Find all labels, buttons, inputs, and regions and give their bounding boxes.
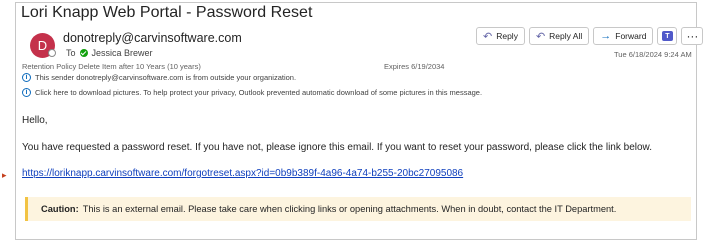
- email-subject: Lori Knapp Web Portal - Password Reset: [21, 4, 313, 21]
- message-actions: ↶ Reply ↶ Reply All → Forward T ···: [476, 27, 704, 45]
- sender-address[interactable]: donotreply@carvinsoftware.com: [63, 31, 242, 45]
- reply-icon: ↶: [483, 30, 493, 43]
- retention-policy: Retention Policy Delete Item after 10 Ye…: [22, 62, 201, 71]
- recipient-line: To Jessica Brewer: [66, 48, 153, 58]
- external-sender-text: This sender donotreply@carvinsoftware.co…: [35, 73, 297, 82]
- caution-text: This is an external email. Please take c…: [82, 204, 617, 214]
- more-actions-button[interactable]: ···: [681, 27, 704, 45]
- external-sender-notice: i This sender donotreply@carvinsoftware.…: [22, 73, 296, 82]
- teams-icon: T: [661, 31, 673, 41]
- info-icon: i: [22, 73, 31, 82]
- forward-label: Forward: [615, 31, 647, 41]
- to-label: To: [66, 48, 76, 58]
- password-reset-link[interactable]: https://loriknapp.carvinsoftware.com/for…: [22, 168, 463, 179]
- reply-label: Reply: [496, 31, 518, 41]
- received-date: Tue 6/18/2024 9:24 AM: [614, 50, 692, 59]
- recipient-name[interactable]: Jessica Brewer: [92, 48, 153, 58]
- info-icon: i: [22, 88, 31, 97]
- check-icon: [79, 49, 88, 57]
- reply-button[interactable]: ↶ Reply: [476, 27, 525, 45]
- caution-label: Caution:: [41, 204, 79, 214]
- caution-banner: Caution: This is an external email. Plea…: [25, 197, 691, 221]
- forward-icon: →: [600, 30, 612, 42]
- avatar-initial: D: [37, 38, 48, 53]
- side-marker: ▸: [2, 170, 7, 180]
- reply-all-button[interactable]: ↶ Reply All: [528, 27, 590, 45]
- presence-status-icon: [48, 49, 56, 57]
- email-message: You have requested a password reset. If …: [22, 142, 652, 153]
- more-icon: ···: [686, 29, 699, 43]
- download-pictures-text[interactable]: Click here to download pictures. To help…: [35, 88, 482, 97]
- download-pictures-notice[interactable]: i Click here to download pictures. To he…: [22, 88, 482, 97]
- expires-date: Expires 6/19/2034: [384, 62, 445, 71]
- reply-all-icon: ↶: [535, 30, 546, 43]
- teams-button[interactable]: T: [657, 27, 678, 45]
- email-greeting: Hello,: [22, 115, 48, 126]
- forward-button[interactable]: → Forward: [593, 27, 654, 45]
- reply-all-label: Reply All: [549, 31, 583, 41]
